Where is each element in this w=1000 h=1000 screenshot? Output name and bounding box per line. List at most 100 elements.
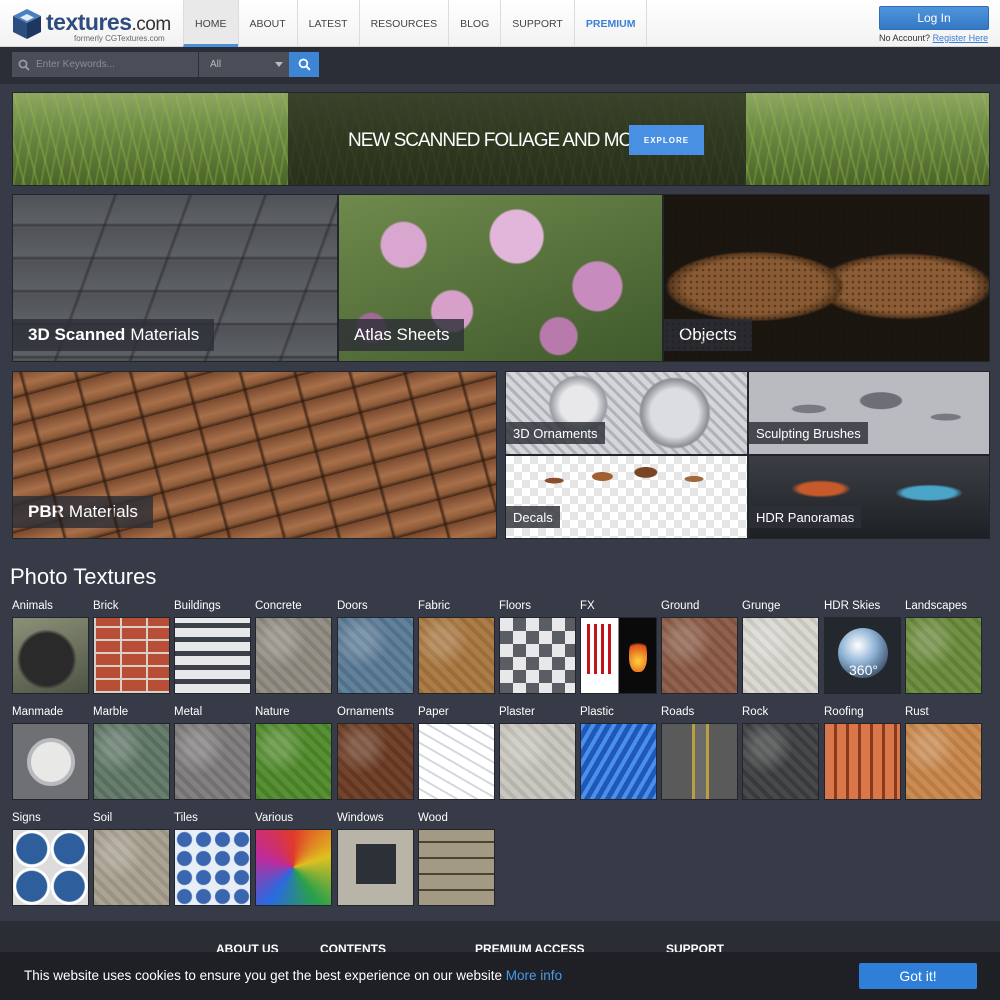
category-label[interactable]: Manmade [12,706,63,718]
roads-thumb[interactable] [661,723,738,800]
plastic-thumb[interactable] [580,723,657,800]
rust-thumb[interactable] [905,723,982,800]
category-label[interactable]: Rock [742,706,768,718]
nav-resources[interactable]: RESOURCES [358,0,449,47]
various-thumb[interactable] [255,829,332,906]
category-label[interactable]: Plastic [580,706,614,718]
category-label[interactable]: Animals [12,600,53,612]
category-label[interactable]: Ground [661,600,699,612]
category-item[interactable]: Roads [661,706,738,800]
nav-premium[interactable]: PREMIUM [573,0,648,47]
category-item[interactable]: Signs [12,812,89,906]
roofing-thumb[interactable] [824,723,901,800]
category-item[interactable]: HDR Skies 360° [824,600,901,694]
category-label[interactable]: Windows [337,812,384,824]
category-item[interactable]: Plaster [499,706,576,800]
nav-home[interactable]: HOME [183,0,238,47]
nav-latest[interactable]: LATEST [296,0,359,47]
category-item[interactable]: Rust [905,706,982,800]
tile-3d-scanned-materials[interactable]: 3D Scanned Materials [12,194,338,362]
hdr-skies-thumb[interactable]: 360° [824,617,901,694]
category-label[interactable]: Fabric [418,600,450,612]
category-item[interactable]: Manmade [12,706,89,800]
windows-thumb[interactable] [337,829,414,906]
category-item[interactable]: Rock [742,706,819,800]
doors-thumb[interactable] [337,617,414,694]
category-item[interactable]: Landscapes [905,600,982,694]
soil-thumb[interactable] [93,829,170,906]
category-label[interactable]: Tiles [174,812,198,824]
category-label[interactable]: Metal [174,706,202,718]
tile-decals[interactable]: Decals [505,455,748,539]
plaster-thumb[interactable] [499,723,576,800]
category-label[interactable]: Grunge [742,600,780,612]
category-label[interactable]: Plaster [499,706,535,718]
category-item[interactable]: Grunge [742,600,819,694]
category-item[interactable]: Floors [499,600,576,694]
paper-thumb[interactable] [418,723,495,800]
more-info-link[interactable]: More info [506,968,562,983]
fabric-thumb[interactable] [418,617,495,694]
nav-about[interactable]: ABOUT [237,0,297,47]
category-item[interactable]: Fabric [418,600,495,694]
category-label[interactable]: Rust [905,706,929,718]
tile-objects[interactable]: Objects [663,194,990,362]
ornaments-thumb[interactable] [337,723,414,800]
login-button[interactable]: Log In [879,6,989,30]
gorilla-thumb[interactable] [12,617,89,694]
tile-pbr-materials[interactable]: PBR Materials [12,371,497,539]
search-button[interactable] [289,52,319,77]
rock-thumb[interactable] [742,723,819,800]
buildings-thumb[interactable] [174,617,251,694]
category-label[interactable]: Marble [93,706,128,718]
register-link[interactable]: Register Here [933,33,989,43]
grunge-thumb[interactable] [742,617,819,694]
category-label[interactable]: FX [580,600,595,612]
category-item[interactable]: Concrete [255,600,332,694]
category-label[interactable]: Brick [93,600,119,612]
category-select[interactable]: All [199,52,289,77]
category-item[interactable]: Doors [337,600,414,694]
marble-thumb[interactable] [93,723,170,800]
category-label[interactable]: Ornaments [337,706,394,718]
category-label[interactable]: Roads [661,706,694,718]
category-item[interactable]: Ornaments [337,706,414,800]
search-input[interactable] [36,59,191,70]
category-label[interactable]: Various [255,812,293,824]
metal-thumb[interactable] [174,723,251,800]
category-item[interactable]: Plastic [580,706,657,800]
category-item[interactable]: Tiles [174,812,251,906]
category-label[interactable]: Concrete [255,600,302,612]
category-item[interactable]: Roofing [824,706,901,800]
category-item[interactable]: Windows [337,812,414,906]
wood-thumb[interactable] [418,829,495,906]
cookie-accept-button[interactable]: Got it! [859,963,977,989]
tile-atlas-sheets[interactable]: Atlas Sheets [338,194,663,362]
tile-hdr-panoramas[interactable]: HDR Panoramas [748,455,990,539]
category-label[interactable]: Doors [337,600,368,612]
promo-banner[interactable]: NEW SCANNED FOLIAGE AND MORE! EXPLORE [12,92,990,186]
category-item[interactable]: Brick [93,600,170,694]
category-item[interactable]: Various [255,812,332,906]
category-label[interactable]: Paper [418,706,449,718]
signs-thumb[interactable] [12,829,89,906]
landscapes-thumb[interactable] [905,617,982,694]
category-item[interactable]: Metal [174,706,251,800]
category-label[interactable]: Landscapes [905,600,967,612]
category-item[interactable]: Animals [12,600,89,694]
category-item[interactable]: FX [580,600,657,694]
category-label[interactable]: Wood [418,812,448,824]
category-label[interactable]: Roofing [824,706,864,718]
nav-support[interactable]: SUPPORT [500,0,574,47]
category-label[interactable]: Signs [12,812,41,824]
ground-thumb[interactable] [661,617,738,694]
category-label[interactable]: Floors [499,600,531,612]
category-item[interactable]: Buildings [174,600,251,694]
tile-3d-ornaments[interactable]: 3D Ornaments [505,371,748,455]
floors-thumb[interactable] [499,617,576,694]
nav-blog[interactable]: BLOG [448,0,500,47]
category-item[interactable]: Marble [93,706,170,800]
category-label[interactable]: HDR Skies [824,600,880,612]
category-item[interactable]: Paper [418,706,495,800]
category-item[interactable]: Soil [93,812,170,906]
